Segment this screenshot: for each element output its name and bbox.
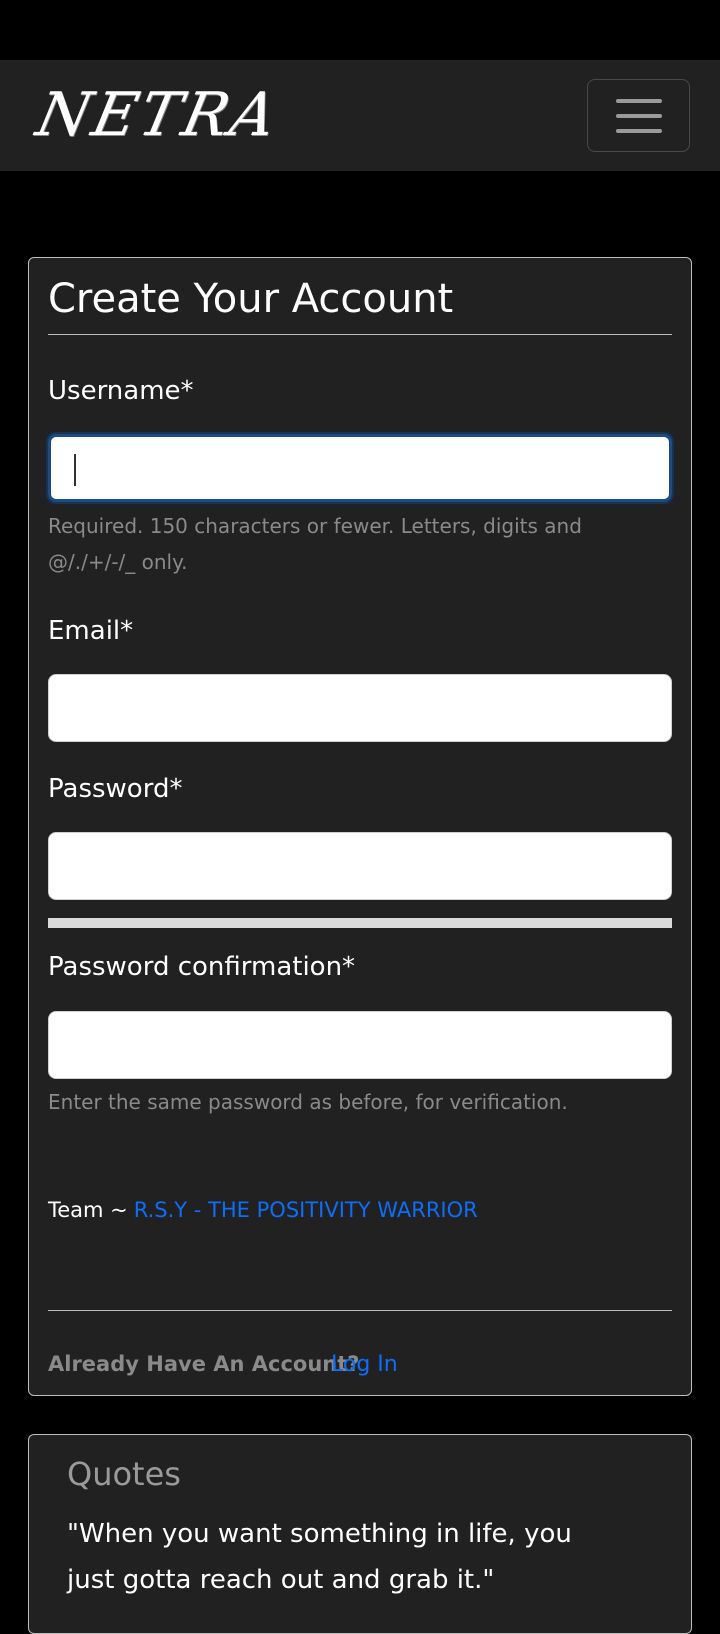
email-input[interactable] xyxy=(48,674,672,742)
quotes-title: Quotes xyxy=(67,1455,181,1493)
login-link[interactable]: Log In xyxy=(331,1352,398,1377)
password-strength-bar xyxy=(48,918,672,928)
team-link[interactable]: R.S.Y - THE POSITIVITY WARRIOR xyxy=(134,1198,478,1222)
username-label: Username* xyxy=(48,376,194,406)
already-have-account-text: Already Have An Account? xyxy=(48,1352,360,1376)
hamburger-icon-line xyxy=(615,128,662,133)
password-confirmation-input[interactable] xyxy=(48,1011,672,1079)
password-confirmation-help-text: Enter the same password as before, for v… xyxy=(48,1090,568,1114)
email-label: Email* xyxy=(48,616,134,646)
page-title: Create Your Account xyxy=(48,276,454,322)
text-caret xyxy=(74,454,76,486)
status-bar xyxy=(0,0,720,60)
username-help-text: Required. 150 characters or fewer. Lette… xyxy=(48,514,582,574)
password-confirmation-label: Password confirmation* xyxy=(48,952,356,982)
username-input[interactable] xyxy=(48,434,672,502)
brand-logo[interactable]: NETRA xyxy=(31,80,286,150)
navbar: NETRA xyxy=(0,60,720,171)
password-input[interactable] xyxy=(48,832,672,900)
signup-card: Create Your Account Username* Required. … xyxy=(28,257,692,1396)
divider xyxy=(48,1310,672,1311)
quote-text: "When you want something in life, you ju… xyxy=(67,1519,572,1595)
quotes-card: Quotes "When you want something in life,… xyxy=(28,1434,692,1634)
hamburger-icon-line xyxy=(615,113,662,118)
navbar-toggler-button[interactable] xyxy=(587,79,690,152)
hamburger-icon xyxy=(615,98,662,103)
password-label: Password* xyxy=(48,774,183,804)
team-credit: Team ~ R.S.Y - THE POSITIVITY WARRIOR xyxy=(48,1198,478,1222)
divider xyxy=(48,334,672,335)
team-prefix: Team ~ xyxy=(48,1198,128,1222)
